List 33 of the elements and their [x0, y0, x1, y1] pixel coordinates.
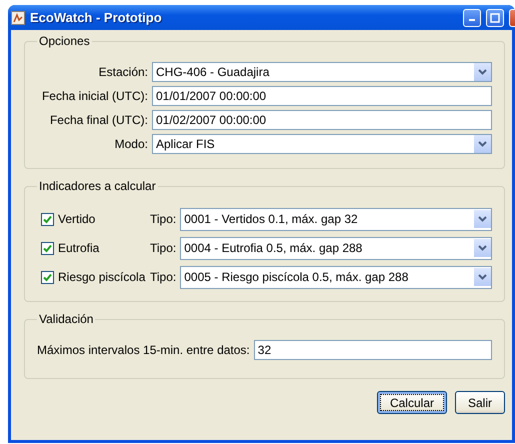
- field-label: Fecha final (UTC):: [48, 113, 148, 127]
- group-title: Validación: [38, 312, 94, 326]
- checkbox[interactable]: [41, 270, 54, 284]
- field-label: Fecha inicial (UTC):: [40, 89, 148, 103]
- minimize-button[interactable]: [463, 8, 481, 26]
- checkbox-label: Eutrofia: [58, 241, 100, 255]
- dialog-button[interactable]: Salir: [454, 391, 505, 414]
- input-field[interactable]: 01/02/2007 00:00:00: [152, 110, 492, 130]
- input-field[interactable]: 01/01/2007 00:00:00: [152, 86, 492, 106]
- checkbox-label: Vertido: [58, 212, 96, 226]
- field-label: Máximos intervalos 15-min. entre datos:: [37, 343, 250, 357]
- dialog-button[interactable]: Calcular: [376, 391, 447, 414]
- window-title: EcoWatch - Prototipo: [30, 10, 163, 25]
- input-field[interactable]: 32: [254, 340, 492, 360]
- maximize-icon: [490, 12, 500, 22]
- group-title: Indicadores a calcular: [38, 179, 157, 193]
- field-label: Tipo:: [150, 270, 176, 284]
- dropdown-field[interactable]: Aplicar FIS: [152, 134, 492, 154]
- field-label: Tipo:: [150, 212, 176, 226]
- app-icon: [11, 10, 25, 24]
- field-label: Estación:: [98, 65, 148, 79]
- dropdown-field[interactable]: 0001 - Vertidos 0.1, máx. gap 32: [180, 208, 492, 230]
- checkbox[interactable]: [41, 242, 54, 254]
- dropdown-field[interactable]: 0005 - Riesgo piscícola 0.5, máx. gap 288: [180, 266, 492, 288]
- dropdown-field[interactable]: 0004 - Eutrofia 0.5, máx. gap 288: [180, 236, 492, 260]
- checkbox[interactable]: [41, 212, 54, 226]
- field-label: Modo:: [114, 137, 148, 151]
- maximize-button[interactable]: [486, 8, 504, 26]
- field-label: Tipo:: [150, 241, 176, 255]
- dropdown-field[interactable]: CHG-406 - Guadajira: [152, 62, 492, 82]
- close-button[interactable]: [509, 8, 515, 26]
- checkbox-label: Riesgo piscícola: [58, 270, 146, 284]
- group-title: Opciones: [38, 34, 91, 48]
